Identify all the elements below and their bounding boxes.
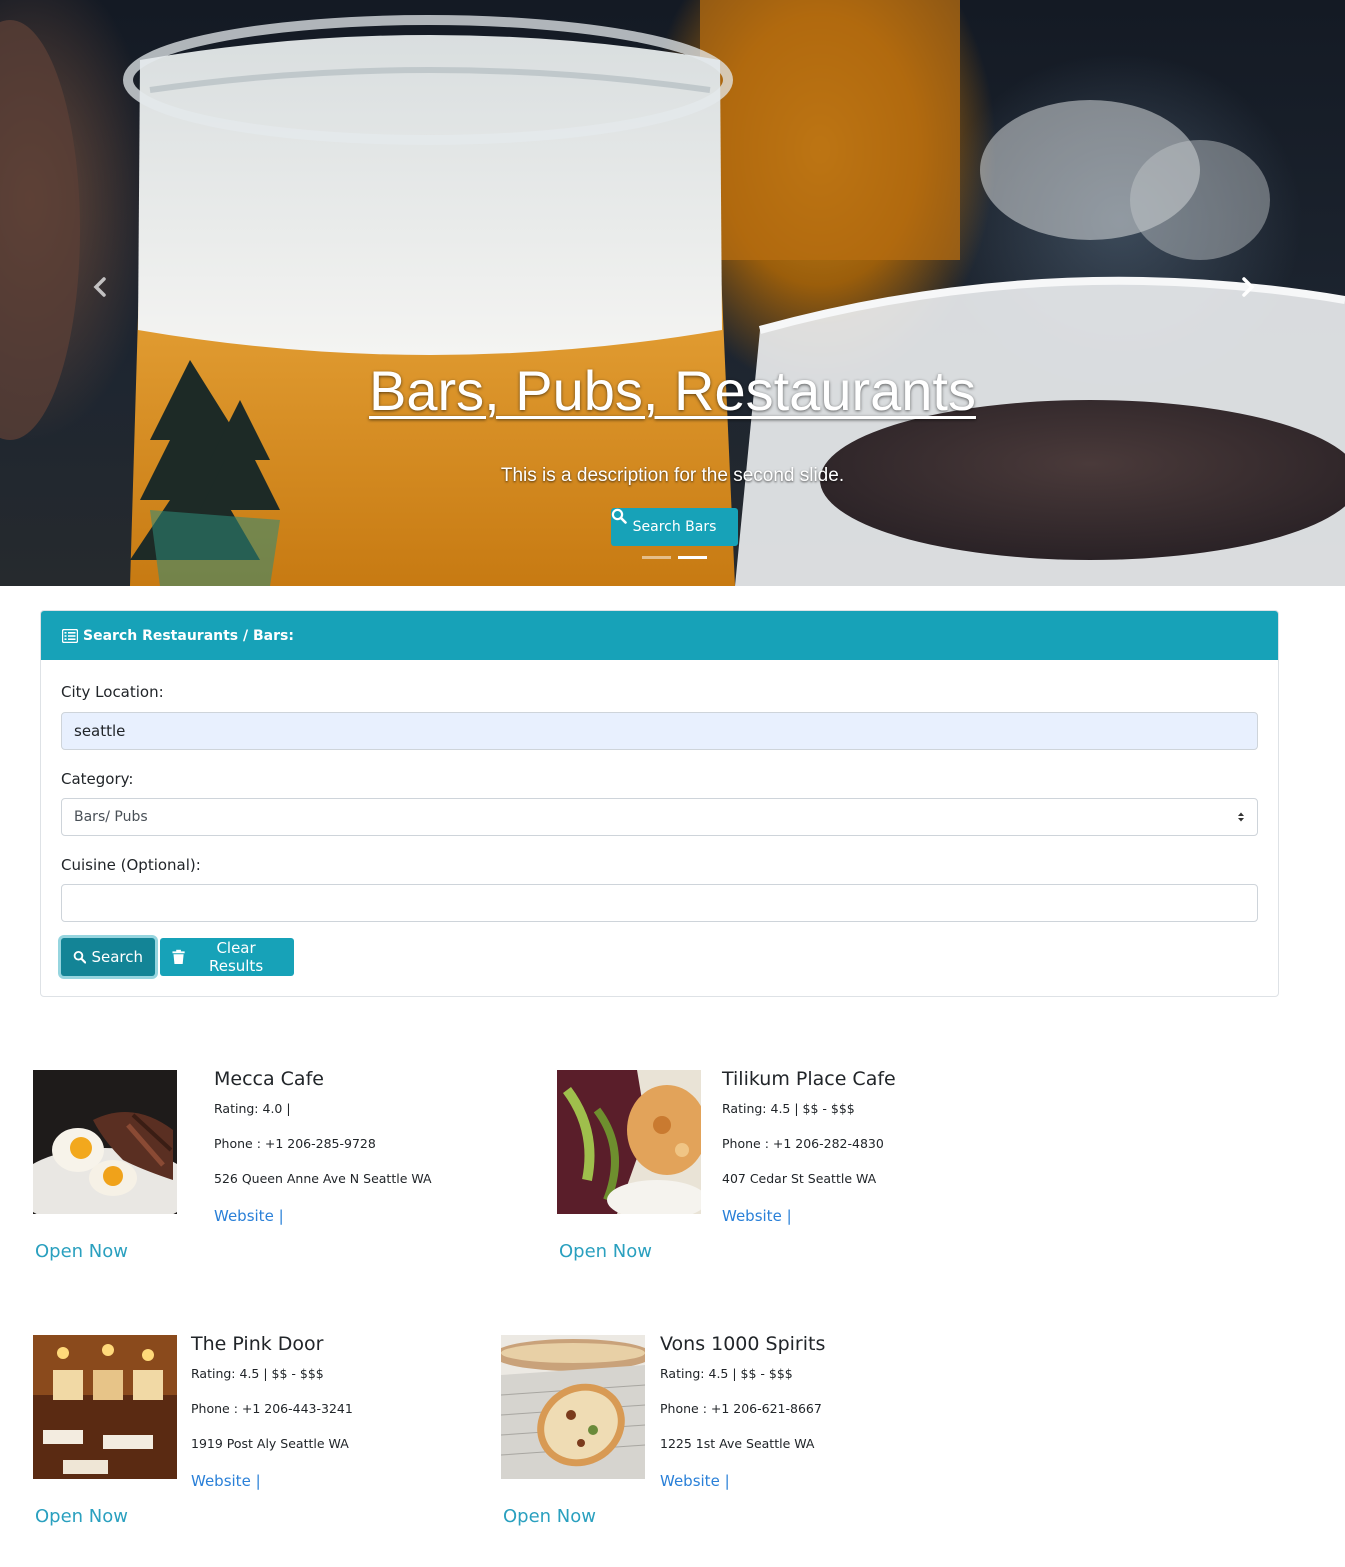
select-arrows-icon [1238,812,1244,822]
search-bars-label: Search Bars [632,519,717,535]
result-rating: Rating: 4.0 | [214,1101,291,1116]
result-phone: Phone : +1 206-621-8667 [660,1401,822,1416]
result-photo [33,1335,177,1479]
result-photo [557,1070,701,1214]
trash-icon [172,949,185,965]
carousel-indicator-2[interactable] [678,556,707,559]
search-button-label: Search [91,948,143,966]
search-bars-button[interactable]: Search Bars [611,508,738,546]
category-label: Category: [61,770,134,788]
chevron-right-icon [1242,277,1255,297]
result-address: 1225 1st Ave Seattle WA [660,1436,815,1451]
result-open-status: Open Now [503,1506,596,1527]
search-icon [611,508,627,524]
result-phone: Phone : +1 206-285-9728 [214,1136,376,1151]
result-name: Tilikum Place Cafe [722,1068,896,1090]
clear-results-button[interactable]: Clear Results [160,938,294,976]
search-card-title: Search Restaurants / Bars: [83,627,294,644]
result-rating: Rating: 4.5 | $$ - $$$ [191,1366,324,1381]
search-button[interactable]: Search [61,938,155,976]
hero-carousel: Bars, Pubs, Restaurants This is a descri… [0,0,1345,586]
result-address: 1919 Post Aly Seattle WA [191,1436,349,1451]
category-selected-value: Bars/ Pubs [74,809,148,825]
hero-description: This is a description for the second sli… [500,465,845,486]
result-name: Mecca Cafe [214,1068,324,1090]
result-photo [501,1335,645,1479]
list-icon [62,628,78,643]
result-phone: Phone : +1 206-443-3241 [191,1401,353,1416]
city-location-input[interactable] [61,712,1258,750]
carousel-indicator-1[interactable] [642,556,671,559]
result-address: 526 Queen Anne Ave N Seattle WA [214,1171,432,1186]
search-card-header: Search Restaurants / Bars: [41,611,1278,660]
result-website-link[interactable]: Website | [214,1207,284,1225]
result-photo [33,1070,177,1214]
result-name: Vons 1000 Spirits [660,1333,826,1355]
hero-background-image [0,0,1345,586]
result-open-status: Open Now [35,1506,128,1527]
search-icon [73,950,87,964]
hero-title-link[interactable]: Bars, Pubs, Restaurants [0,358,1345,423]
cuisine-input[interactable] [61,884,1258,922]
chevron-left-icon [93,277,106,297]
result-phone: Phone : +1 206-282-4830 [722,1136,884,1151]
category-select[interactable]: Bars/ Pubs [61,798,1258,836]
result-website-link[interactable]: Website | [191,1472,261,1490]
search-card: Search Restaurants / Bars: City Location… [40,610,1279,997]
result-website-link[interactable]: Website | [660,1472,730,1490]
carousel-next-button[interactable] [1232,272,1262,302]
result-open-status: Open Now [35,1241,128,1262]
cuisine-label: Cuisine (Optional): [61,856,201,874]
carousel-prev-button[interactable] [86,272,116,302]
result-rating: Rating: 4.5 | $$ - $$$ [660,1366,793,1381]
clear-results-label: Clear Results [208,939,264,975]
city-location-label: City Location: [61,683,164,701]
result-open-status: Open Now [559,1241,652,1262]
result-address: 407 Cedar St Seattle WA [722,1171,877,1186]
result-rating: Rating: 4.5 | $$ - $$$ [722,1101,855,1116]
result-website-link[interactable]: Website | [722,1207,792,1225]
result-name: The Pink Door [191,1333,324,1355]
